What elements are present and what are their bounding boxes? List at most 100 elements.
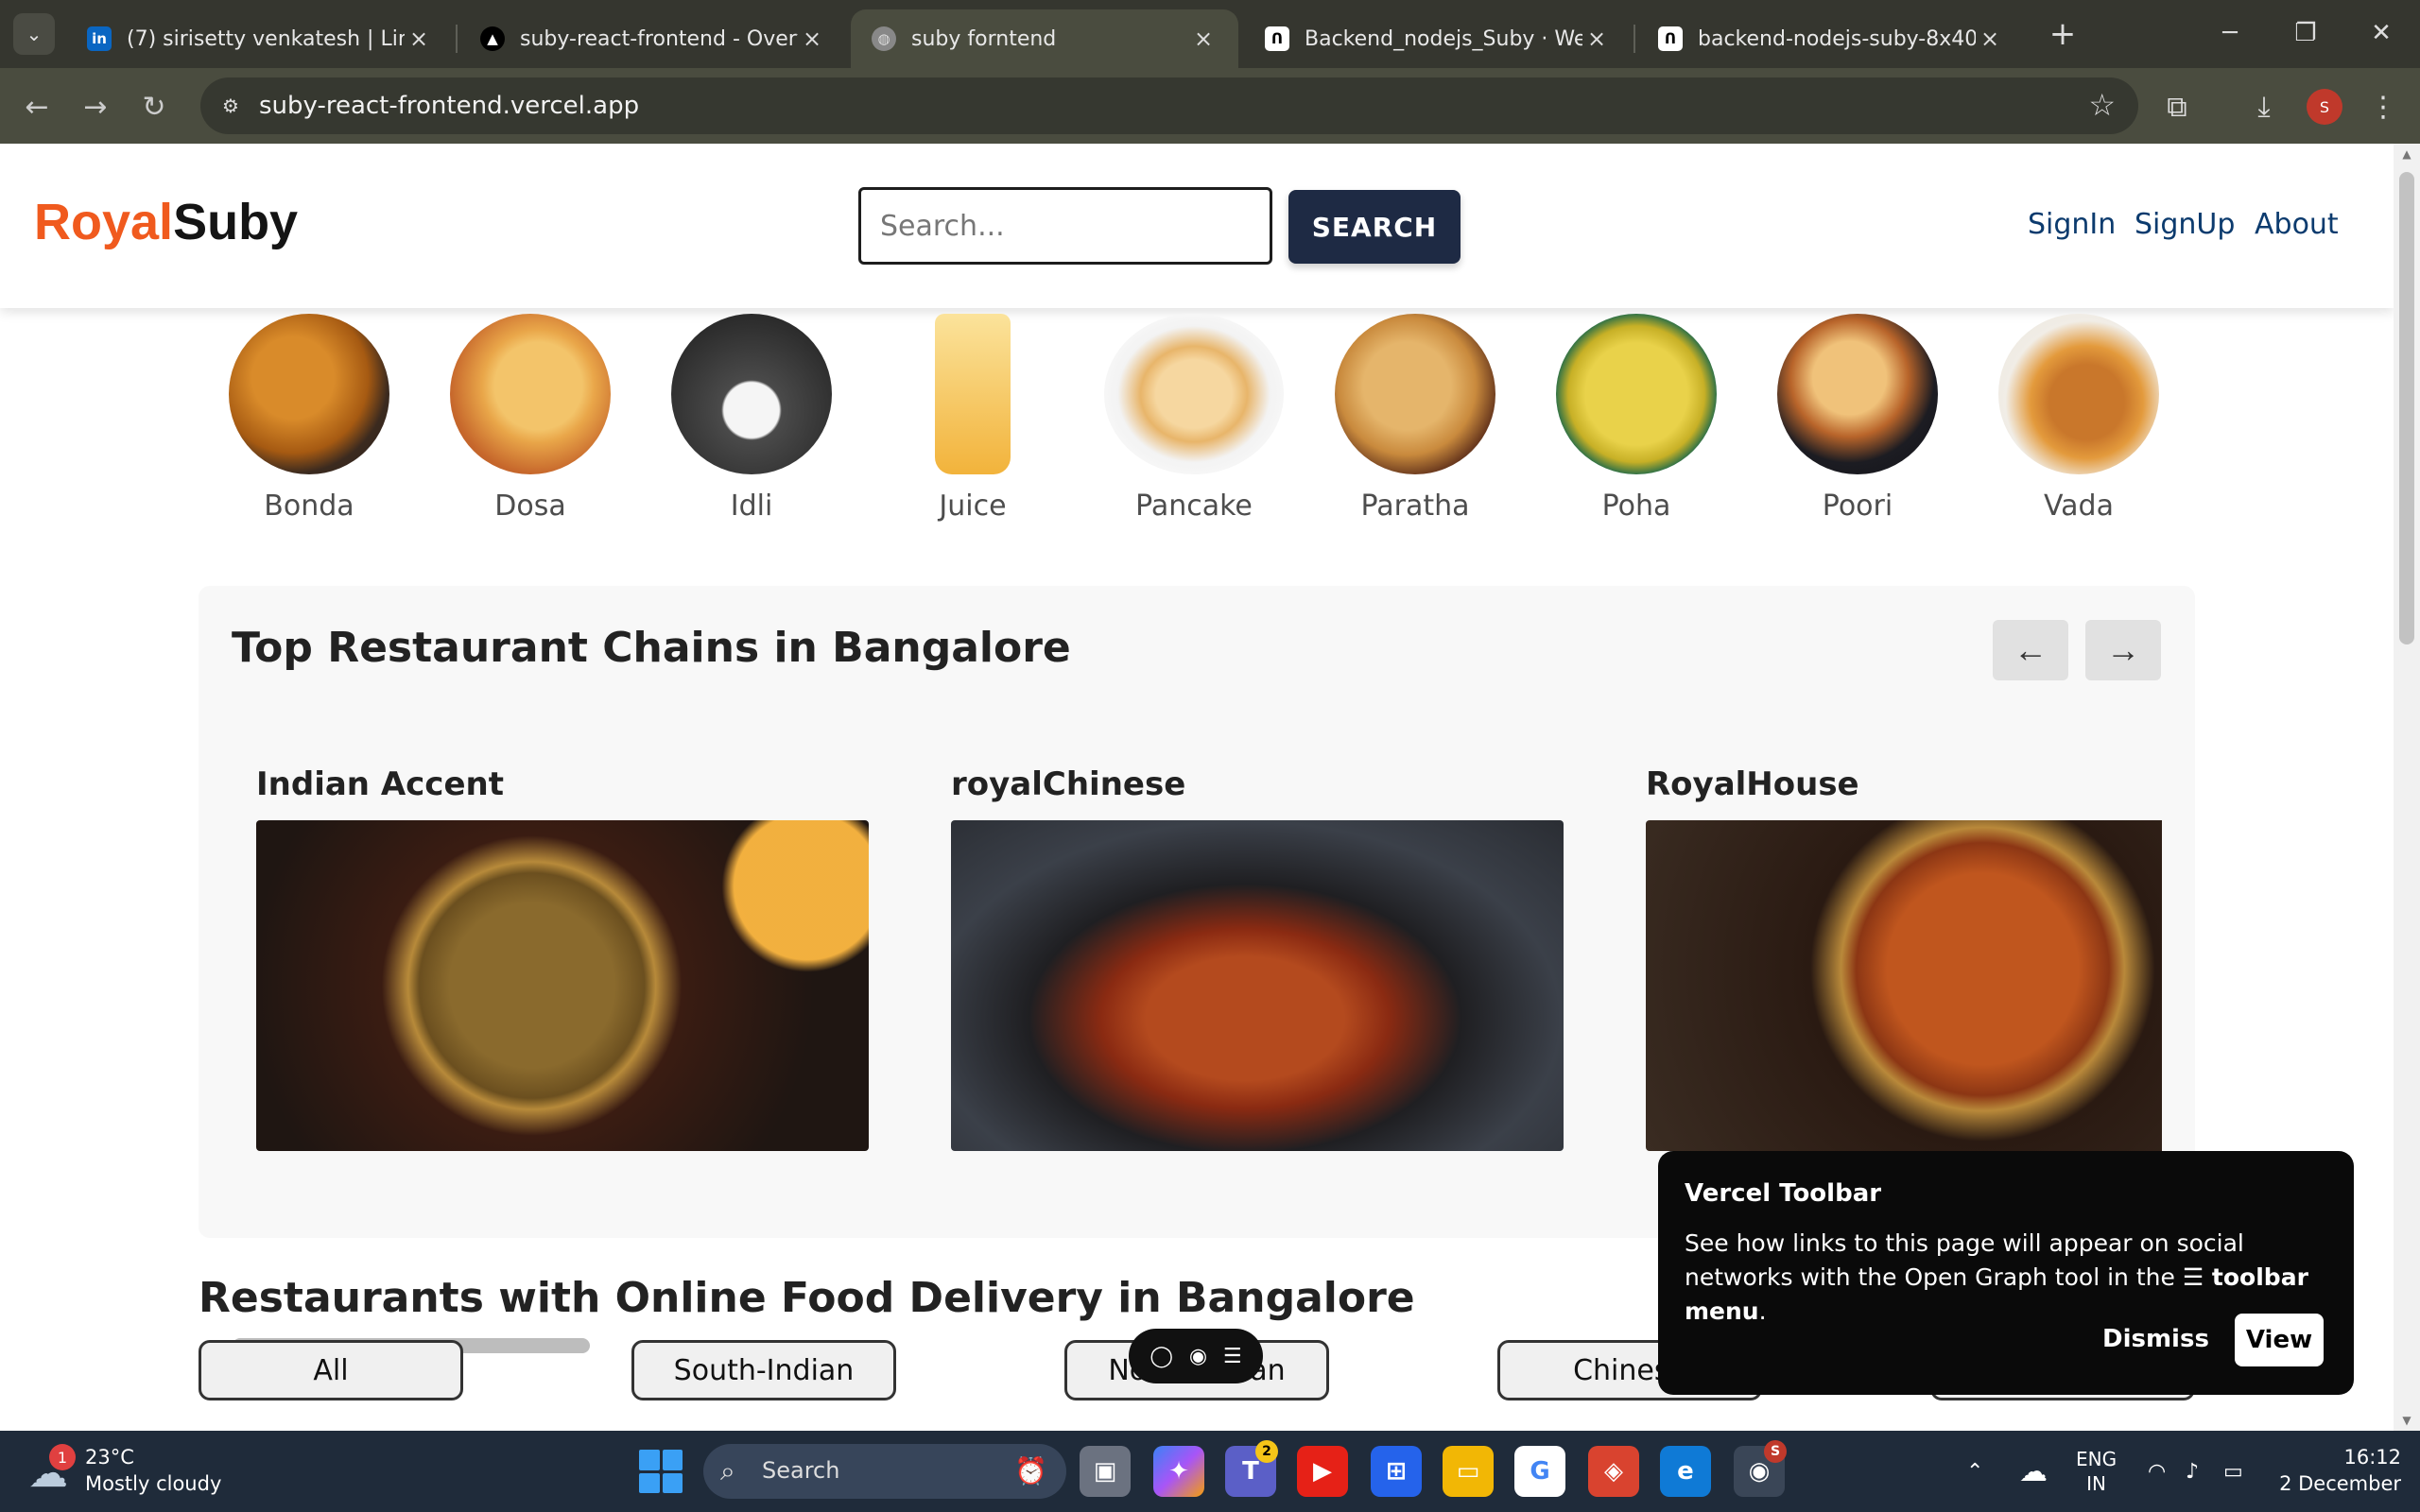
wifi-icon[interactable]: ◠	[2148, 1431, 2166, 1512]
chrome-icon[interactable]: ◉ S	[1734, 1440, 1787, 1497]
notification-badge: 1	[49, 1444, 76, 1470]
render-icon: ᑎ	[1658, 26, 1683, 51]
close-icon[interactable]: ×	[1582, 26, 1611, 52]
restaurant-photo	[256, 820, 869, 1151]
tab-render-onrender[interactable]: ᑎ backend-nodejs-suby-8x40.onre ×	[1637, 9, 2025, 68]
category-item[interactable]: Idli	[652, 314, 851, 523]
start-button[interactable]	[639, 1450, 683, 1493]
site-info-icon[interactable]: ⚙	[214, 89, 248, 123]
vercel-toolbar-pill[interactable]: ◯ ◉ ☰	[1129, 1329, 1263, 1383]
copilot-icon[interactable]: ✦	[1153, 1446, 1204, 1497]
tab-title: suby forntend	[911, 26, 1057, 51]
new-tab-button[interactable]: +	[2042, 13, 2083, 55]
search-input[interactable]	[858, 187, 1272, 265]
restore-button[interactable]: ❐	[2273, 9, 2339, 57]
nav-signup[interactable]: SignUp	[2135, 208, 2235, 241]
scrollbar-thumb[interactable]	[2399, 172, 2414, 644]
site-header: RoyalSuby SEARCH SignIn SignUp About	[0, 144, 2394, 308]
logo-suby: Suby	[173, 194, 299, 250]
restaurant-card[interactable]: Indian Accent	[256, 765, 871, 1151]
search-button[interactable]: SEARCH	[1288, 190, 1461, 264]
reload-button[interactable]: ↻	[132, 85, 176, 129]
app-icon[interactable]: ◈	[1588, 1446, 1639, 1497]
restaurant-card[interactable]: RoyalHouse	[1646, 765, 2162, 1151]
edge-icon[interactable]: e	[1660, 1446, 1711, 1497]
dismiss-button[interactable]: Dismiss	[2102, 1325, 2209, 1353]
prev-arrow-button[interactable]: ←	[1993, 620, 2068, 680]
comment-icon[interactable]: ◯	[1150, 1345, 1173, 1368]
dosa-image	[450, 314, 611, 474]
teams-icon[interactable]: T2	[1225, 1440, 1278, 1497]
download-icon[interactable]: ⤓	[2242, 85, 2286, 129]
tab-render-backend[interactable]: ᑎ Backend_nodejs_Suby · Web Se ×	[1244, 9, 1632, 68]
search-icon: ⌕	[720, 1455, 735, 1486]
vercel-icon: ▲	[480, 26, 505, 51]
restaurant-card[interactable]: royalChinese	[951, 765, 1565, 1151]
extensions-icon[interactable]: ⧉	[2155, 85, 2199, 129]
clock[interactable]: 16:12 2 December	[2269, 1444, 2401, 1497]
scroll-up-icon[interactable]: ▲	[2399, 147, 2414, 161]
nav-about[interactable]: About	[2255, 208, 2339, 241]
nav-signin[interactable]: SignIn	[2028, 208, 2116, 241]
bookmark-star-icon[interactable]: ☆	[2088, 87, 2116, 123]
close-icon[interactable]: ×	[1189, 26, 1218, 52]
teams-badge: 2	[1255, 1440, 1278, 1463]
address-bar[interactable]: ⚙ suby-react-frontend.vercel.app ☆	[200, 77, 2138, 134]
toast-body-text: See how links to this page will appear o…	[1685, 1229, 2244, 1291]
category-label: Pancake	[1135, 490, 1253, 523]
logo-royal: Royal	[34, 194, 174, 250]
close-icon[interactable]: ×	[798, 26, 826, 52]
category-label: Paratha	[1360, 490, 1470, 523]
onedrive-icon[interactable]: ☁	[2019, 1431, 2048, 1512]
forward-button[interactable]: →	[74, 85, 117, 129]
filter-south-indian-button[interactable]: South-Indian	[631, 1340, 896, 1400]
youtube-icon[interactable]: ▶	[1297, 1446, 1348, 1497]
category-item[interactable]: Dosa	[431, 314, 630, 523]
menu-kebab-icon[interactable]: ⋮	[2361, 85, 2405, 129]
close-icon[interactable]: ×	[405, 26, 433, 52]
tab-vercel-overview[interactable]: ▲ suby-react-frontend - Overview ×	[459, 9, 847, 68]
language-indicator[interactable]: ENG IN	[2076, 1431, 2117, 1512]
eye-icon[interactable]: ◉	[1189, 1345, 1207, 1368]
filter-all-button[interactable]: All	[199, 1340, 463, 1400]
tab-divider	[1634, 25, 1635, 53]
category-item[interactable]: Vada	[1979, 314, 2178, 523]
restaurant-name: Indian Accent	[256, 765, 504, 803]
profile-avatar[interactable]: S	[2307, 89, 2342, 125]
category-label: Idli	[730, 490, 773, 523]
page-viewport: RoyalSuby SEARCH SignIn SignUp About Bon…	[0, 144, 2394, 1431]
scroll-down-icon[interactable]: ▼	[2399, 1414, 2414, 1427]
category-item[interactable]: Poha	[1537, 314, 1736, 523]
juice-image	[935, 314, 1011, 474]
minimize-button[interactable]: ─	[2197, 9, 2263, 57]
category-label: Poha	[1601, 490, 1671, 523]
back-button[interactable]: ←	[15, 85, 59, 129]
tab-suby-frontend[interactable]: ◍ suby forntend ×	[851, 9, 1238, 68]
menu-icon[interactable]: ☰	[1223, 1345, 1242, 1368]
microsoft-store-icon[interactable]: ⊞	[1371, 1446, 1422, 1497]
category-label: Poori	[1822, 490, 1893, 523]
view-button[interactable]: View	[2235, 1314, 2324, 1366]
category-item[interactable]: Poori	[1758, 314, 1957, 523]
taskbar-search[interactable]: ⌕ Search ⏰	[703, 1444, 1066, 1499]
show-hidden-icons[interactable]: ⌃	[1966, 1431, 1983, 1512]
category-item[interactable]: Pancake	[1095, 314, 1293, 523]
next-arrow-button[interactable]: →	[2085, 620, 2161, 680]
category-item[interactable]: Juice	[873, 314, 1072, 523]
category-item[interactable]: Bonda	[210, 314, 408, 523]
page-scrollbar[interactable]: ▲ ▼	[2394, 144, 2420, 1431]
close-window-button[interactable]: ✕	[2348, 9, 2414, 57]
site-logo[interactable]: RoyalSuby	[34, 193, 298, 251]
volume-icon[interactable]: ♪	[2186, 1431, 2199, 1512]
category-item[interactable]: Paratha	[1316, 314, 1514, 523]
url-text: suby-react-frontend.vercel.app	[259, 92, 640, 120]
close-icon[interactable]: ×	[1976, 26, 2004, 52]
google-icon[interactable]: G	[1514, 1446, 1565, 1497]
paratha-image	[1335, 314, 1495, 474]
time: 16:12	[2343, 1446, 2401, 1469]
task-view-icon[interactable]: ▣	[1080, 1446, 1131, 1497]
file-explorer-icon[interactable]: ▭	[1443, 1446, 1494, 1497]
battery-icon[interactable]: ▭	[2223, 1431, 2243, 1512]
tab-search-button[interactable]: ⌄	[13, 13, 55, 55]
tab-linkedin[interactable]: in (7) sirisetty venkatesh | LinkedIn ×	[66, 9, 454, 68]
